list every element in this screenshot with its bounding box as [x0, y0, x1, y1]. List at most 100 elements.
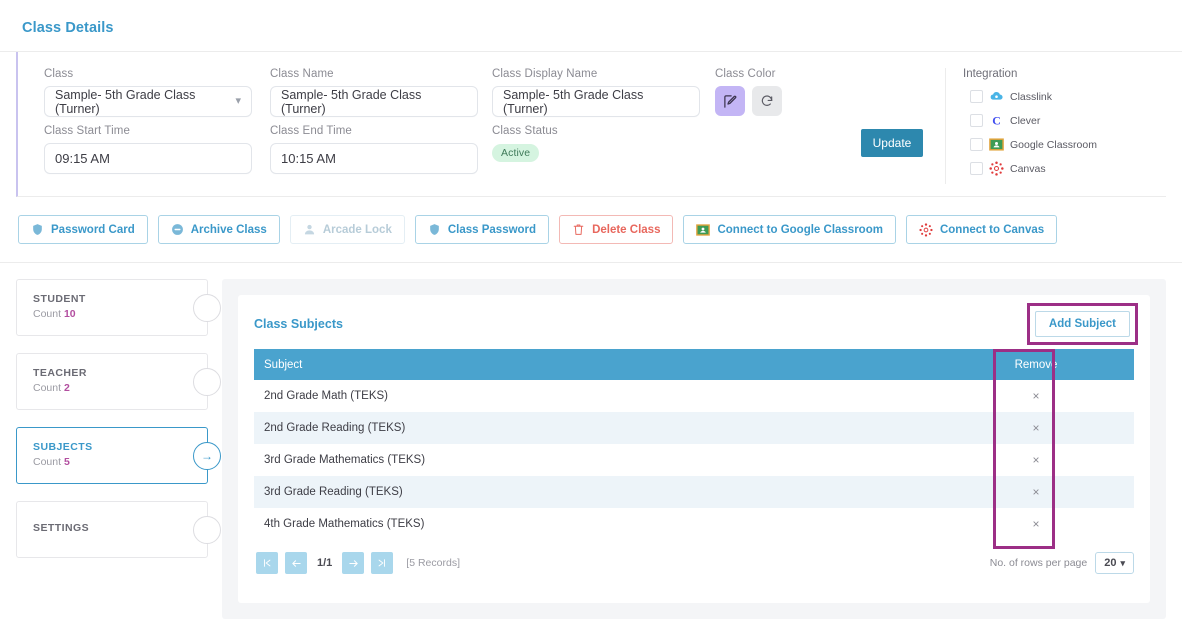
- page-title: Class Details: [22, 20, 114, 36]
- clever-label: Clever: [1010, 114, 1041, 127]
- cell-subject: 2nd Grade Math (TEKS): [264, 390, 388, 402]
- canvas-icon: [919, 222, 933, 237]
- settings-circle-icon[interactable]: [193, 515, 221, 544]
- person-icon: [304, 224, 314, 235]
- sidebar-item-teacher[interactable]: TEACHER Count 2: [16, 353, 221, 410]
- integration-title: Integration: [963, 68, 1018, 80]
- sidebar-item-subjects[interactable]: SUBJECTS Count 5 →: [16, 427, 221, 484]
- sidebar-item-teacher-name: TEACHER: [33, 367, 87, 379]
- class-name-input[interactable]: Sample- 5th Grade Class (Turner): [270, 86, 478, 117]
- cell-subject: 4th Grade Mathematics (TEKS): [264, 518, 425, 530]
- class-end-time-input[interactable]: 10:15 AM: [270, 143, 478, 174]
- remove-row-button[interactable]: ×: [998, 380, 1074, 412]
- subjects-count-value: 5: [63, 456, 70, 468]
- sidebar-item-settings[interactable]: SETTINGS: [16, 501, 221, 558]
- google-classroom-icon: [696, 223, 711, 236]
- class-end-time-value: 10:15 AM: [281, 151, 336, 166]
- field-class-display-name-label: Class Display Name: [492, 68, 598, 80]
- cell-subject: 2nd Grade Reading (TEKS): [264, 422, 406, 434]
- sidebar-item-student-name: STUDENT: [33, 293, 86, 305]
- shield-icon: [33, 224, 42, 235]
- cell-spacer: [1074, 380, 1134, 412]
- record-count: [5 Records]: [406, 557, 460, 569]
- remove-row-button[interactable]: ×: [998, 476, 1074, 508]
- table-row: 2nd Grade Math (TEKS) ×: [254, 380, 1134, 412]
- first-page-button[interactable]: [256, 552, 278, 574]
- integration-item-google-classroom[interactable]: Google Classroom: [963, 137, 1097, 152]
- field-class-color-label: Class Color: [715, 68, 776, 80]
- class-start-time-value: 09:15 AM: [55, 151, 110, 166]
- refresh-icon: [761, 95, 773, 106]
- color-picker-button[interactable]: [715, 86, 745, 116]
- class-start-time-input[interactable]: 09:15 AM: [44, 143, 252, 174]
- rows-per-page-section: No. of rows per page 20 ▾: [990, 552, 1134, 574]
- arrow-right-icon[interactable]: →: [193, 441, 221, 470]
- integration-item-clever[interactable]: C Clever: [963, 113, 1097, 128]
- classlink-checkbox[interactable]: [970, 90, 983, 103]
- connect-google-classroom-button[interactable]: Connect to Google Classroom: [683, 215, 896, 244]
- trash-icon: [573, 224, 584, 235]
- arrow-right-icon: [349, 559, 358, 567]
- class-name-value: Sample- 5th Grade Class (Turner): [281, 87, 422, 116]
- delete-class-button[interactable]: Delete Class: [559, 215, 674, 244]
- canvas-checkbox[interactable]: [970, 162, 983, 175]
- table-header-row: Subject Remove: [254, 349, 1134, 380]
- field-class-color: Class Color: [715, 68, 782, 116]
- archive-class-button[interactable]: Archive Class: [157, 215, 280, 244]
- class-display-name-input[interactable]: Sample- 5th Grade Class (Turner): [492, 86, 700, 117]
- sidebar-item-subjects-name: SUBJECTS: [33, 441, 93, 453]
- rows-per-page-select[interactable]: 20 ▾: [1095, 552, 1134, 574]
- next-page-button[interactable]: [342, 552, 365, 574]
- google-classroom-icon: [989, 138, 1004, 151]
- integration-section: Integration Classlink C Clever Google Cl…: [945, 68, 1097, 184]
- clever-checkbox[interactable]: [970, 114, 983, 127]
- status-badge: Active: [492, 144, 540, 162]
- student-circle-icon[interactable]: [193, 293, 221, 322]
- last-page-button[interactable]: [371, 552, 394, 574]
- class-subjects-table: Subject Remove 2nd Grade Math (TEKS) × 2…: [254, 349, 1134, 540]
- class-select[interactable]: Sample- 5th Grade Class (Turner) ▾: [44, 86, 252, 117]
- class-subjects-card: Class Subjects Add Subject Subject Remov…: [238, 295, 1150, 603]
- class-subjects-title: Class Subjects: [254, 317, 343, 331]
- update-button[interactable]: Update: [861, 129, 923, 157]
- student-count-value: 10: [63, 308, 76, 320]
- subjects-count-label: Count: [33, 456, 62, 468]
- connect-google-classroom-label: Connect to Google Classroom: [717, 223, 883, 236]
- reset-color-button[interactable]: [752, 86, 782, 116]
- remove-row-button[interactable]: ×: [998, 444, 1074, 476]
- password-card-button[interactable]: Password Card: [18, 215, 148, 244]
- class-password-button[interactable]: Class Password: [414, 215, 550, 244]
- table-row: 3rd Grade Reading (TEKS) ×: [254, 476, 1134, 508]
- field-class-status: Class Status Active: [492, 125, 558, 162]
- google-classroom-label: Google Classroom: [1010, 138, 1097, 151]
- remove-row-button[interactable]: ×: [998, 412, 1074, 444]
- rows-per-page-value: 20: [1104, 557, 1117, 569]
- classlink-label: Classlink: [1010, 90, 1053, 103]
- table-row: 3rd Grade Mathematics (TEKS) ×: [254, 444, 1134, 476]
- integration-item-canvas[interactable]: Canvas: [963, 161, 1097, 176]
- arrow-left-icon: [291, 559, 301, 567]
- integration-item-classlink[interactable]: Classlink: [963, 89, 1097, 104]
- student-count-label: Count: [33, 308, 62, 320]
- lower-content: STUDENT Count 10 TEACHER Count 2 SUBJECT…: [0, 263, 1182, 619]
- field-class-status-label: Class Status: [492, 125, 558, 137]
- cell-spacer: [1074, 412, 1134, 444]
- field-class-name-label: Class Name: [270, 68, 334, 80]
- add-subject-button[interactable]: Add Subject: [1034, 311, 1130, 337]
- minus-circle-icon: [171, 224, 183, 235]
- remove-row-button[interactable]: ×: [998, 508, 1074, 540]
- connect-canvas-button[interactable]: Connect to Canvas: [905, 215, 1058, 244]
- teacher-circle-icon[interactable]: [193, 367, 221, 396]
- field-class-end-time: Class End Time 10:15 AM: [270, 125, 478, 174]
- prev-page-button[interactable]: [285, 552, 307, 574]
- field-class-label: Class: [44, 68, 74, 80]
- class-display-name-value: Sample- 5th Grade Class (Turner): [503, 87, 644, 116]
- delete-class-label: Delete Class: [592, 223, 661, 236]
- field-class-name: Class Name Sample- 5th Grade Class (Turn…: [270, 68, 478, 117]
- google-classroom-checkbox[interactable]: [970, 138, 983, 151]
- field-class-end-time-label: Class End Time: [270, 125, 352, 137]
- sidebar-item-student[interactable]: STUDENT Count 10: [16, 279, 221, 336]
- pagination-bar: 1/1 [5 Records] No. of rows per page 20 …: [254, 552, 1134, 574]
- arcade-lock-button[interactable]: Arcade Lock: [289, 215, 405, 244]
- class-select-value: Sample- 5th Grade Class (Turner): [55, 87, 196, 116]
